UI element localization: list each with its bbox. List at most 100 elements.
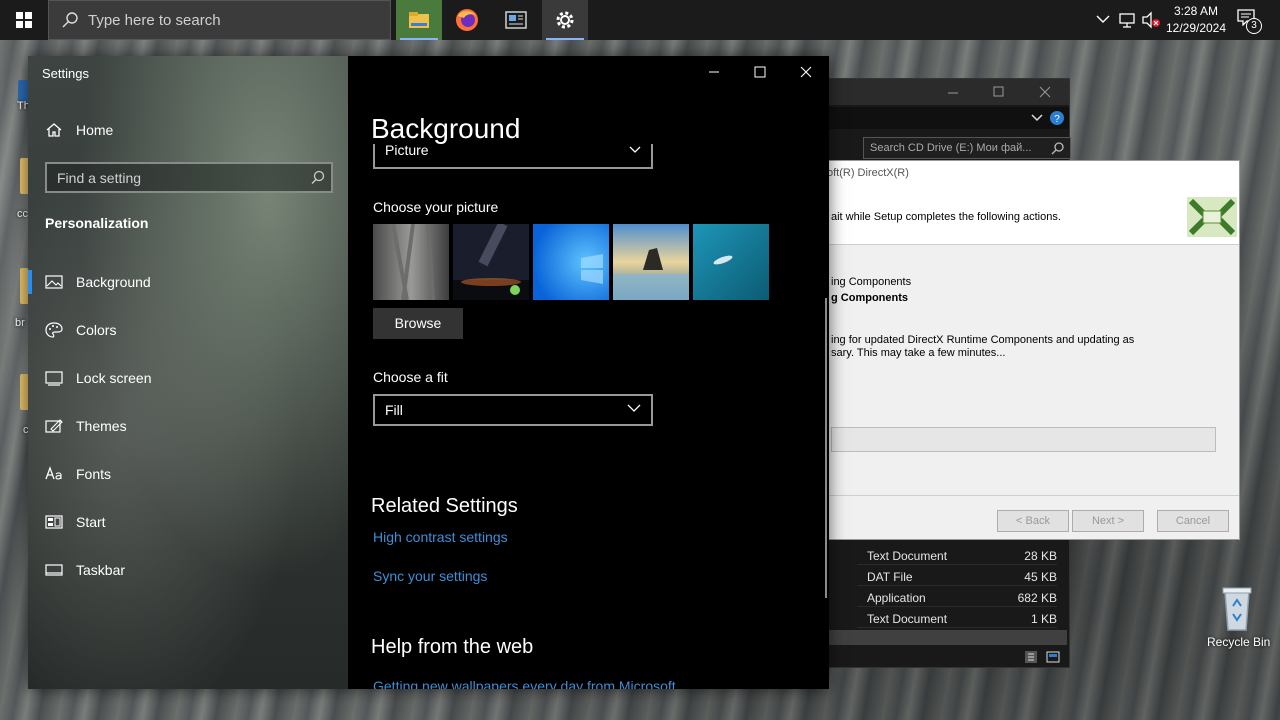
background-type-value: Picture xyxy=(385,144,429,158)
setup-title: oft(R) DirectX(R) xyxy=(827,167,909,179)
taskbar-icon xyxy=(45,564,63,576)
explorer-address-bar[interactable]: ? xyxy=(817,107,1069,129)
horizontal-scrollbar[interactable] xyxy=(829,630,1067,645)
fit-select[interactable]: Fill xyxy=(373,394,653,426)
active-indicator xyxy=(546,38,584,40)
wallpaper-thumb-1[interactable] xyxy=(373,224,449,300)
maximize-button[interactable] xyxy=(737,56,783,88)
content-scrollbar[interactable] xyxy=(825,298,827,598)
wallpaper-thumb-5[interactable] xyxy=(693,224,769,300)
sidebar-item-colors[interactable]: Colors xyxy=(28,310,348,350)
settings-window[interactable]: Settings Home Find a setting Personaliza… xyxy=(28,56,829,689)
help-heading: Help from the web xyxy=(371,636,534,658)
file-row[interactable]: Application 682 KB xyxy=(857,587,1057,607)
chevron-down-icon xyxy=(627,404,641,412)
related-settings-heading: Related Settings xyxy=(371,495,518,517)
wallpaper-thumb-2[interactable] xyxy=(453,224,529,300)
sidebar-item-start[interactable]: Start xyxy=(28,502,348,542)
sidebar-item-label: Themes xyxy=(76,418,127,434)
maximize-icon[interactable] xyxy=(993,86,1005,98)
file-row[interactable]: DAT File 45 KB xyxy=(857,566,1057,586)
chevron-up-icon[interactable] xyxy=(1096,14,1110,24)
home-icon xyxy=(46,123,62,137)
browse-button[interactable]: Browse xyxy=(373,308,463,339)
high-contrast-link[interactable]: High contrast settings xyxy=(373,529,508,545)
maximize-icon xyxy=(754,66,766,78)
close-button[interactable] xyxy=(783,56,829,88)
help-icon[interactable]: ? xyxy=(1049,110,1065,126)
details-view-icon[interactable] xyxy=(1023,649,1039,665)
file-row[interactable]: Text Document 1 KB xyxy=(857,608,1057,628)
notification-count-badge: 3 xyxy=(1246,18,1262,34)
sidebar-item-taskbar[interactable]: Taskbar xyxy=(28,550,348,590)
clock-date: 12/29/2024 xyxy=(1165,21,1227,35)
sidebar-item-fonts[interactable]: Fonts xyxy=(28,454,348,494)
sidebar-item-label: Start xyxy=(76,514,106,530)
taskbar-app-firefox[interactable] xyxy=(444,0,490,40)
setup-step-1: ing Components xyxy=(831,276,912,288)
taskbar-app-file-explorer[interactable] xyxy=(396,0,442,40)
file-type: DAT File xyxy=(867,570,913,584)
directx-logo-icon xyxy=(1187,197,1237,237)
taskbar-search-input[interactable]: Type here to search xyxy=(48,0,391,40)
close-icon xyxy=(800,66,812,78)
file-row[interactable]: Text Document 28 KB xyxy=(857,545,1057,565)
minimize-icon[interactable] xyxy=(947,88,959,98)
search-icon xyxy=(1051,142,1064,155)
sidebar-item-themes[interactable]: Themes xyxy=(28,406,348,446)
minimize-icon xyxy=(709,71,719,73)
find-setting-input[interactable]: Find a setting xyxy=(45,162,333,193)
chevron-down-icon[interactable] xyxy=(1031,113,1043,123)
explorer-titlebar[interactable] xyxy=(817,79,1069,105)
network-icon[interactable] xyxy=(1118,11,1136,29)
cancel-button[interactable]: Cancel xyxy=(1157,510,1229,532)
find-setting-placeholder: Find a setting xyxy=(57,170,142,186)
file-size: 1 KB xyxy=(1030,612,1057,626)
taskbar-app-settings[interactable] xyxy=(542,0,588,40)
picture-icon xyxy=(45,275,63,289)
sidebar-item-background[interactable]: Background xyxy=(28,262,348,302)
recycle-bin[interactable]: Recycle Bin xyxy=(1204,584,1270,656)
themes-icon xyxy=(45,419,63,433)
search-icon xyxy=(311,170,325,184)
recycle-bin-label: Recycle Bin xyxy=(1207,635,1271,649)
choose-fit-label: Choose a fit xyxy=(373,369,448,385)
sidebar-item-label: Lock screen xyxy=(76,370,152,386)
file-type: Text Document xyxy=(867,612,948,626)
start-icon xyxy=(45,515,63,529)
back-button[interactable]: < Back xyxy=(997,510,1069,532)
sync-settings-link[interactable]: Sync your settings xyxy=(373,568,487,584)
sidebar-item-lock-screen[interactable]: Lock screen xyxy=(28,358,348,398)
wallpaper-thumb-3[interactable] xyxy=(533,224,609,300)
lock-screen-icon xyxy=(45,371,63,386)
next-button[interactable]: Next > xyxy=(1072,510,1144,532)
palette-icon xyxy=(45,322,63,338)
setup-progress-bar xyxy=(831,427,1216,452)
desktop-icon-3-label: br xyxy=(15,317,25,329)
file-size: 28 KB xyxy=(1024,549,1057,563)
background-type-select[interactable]: Picture xyxy=(373,144,653,169)
directx-setup-window[interactable]: oft(R) DirectX(R) ait while Setup comple… xyxy=(808,160,1240,540)
taskbar-app-news[interactable] xyxy=(493,0,539,40)
setup-header: oft(R) DirectX(R) ait while Setup comple… xyxy=(809,161,1239,245)
explorer-search-input[interactable]: Search CD Drive (E:) Мои фай... xyxy=(863,137,1071,159)
action-center-button[interactable]: 3 xyxy=(1236,8,1262,34)
category-heading: Personalization xyxy=(45,215,149,231)
wallpapers-link[interactable]: Getting new wallpapers every day from Mi… xyxy=(373,678,676,689)
wallpaper-thumb-4[interactable] xyxy=(613,224,689,300)
setup-divider xyxy=(809,495,1239,496)
large-icons-view-icon[interactable] xyxy=(1045,649,1061,665)
minimize-button[interactable] xyxy=(691,56,737,88)
firefox-icon xyxy=(456,9,478,31)
svg-text:?: ? xyxy=(1054,114,1060,125)
nav-home[interactable]: Home xyxy=(28,110,348,150)
volume-muted-icon[interactable] xyxy=(1141,11,1161,29)
sidebar-item-label: Background xyxy=(76,274,151,290)
settings-content: Picture Background Choose your picture B… xyxy=(348,56,829,689)
setup-description-line-2: sary. This may take a few minutes... xyxy=(831,347,1006,359)
setup-description-line-1: ing for updated DirectX Runtime Componen… xyxy=(831,334,1135,346)
start-button[interactable] xyxy=(0,0,48,40)
taskbar-clock[interactable]: 3:28 AM 12/29/2024 xyxy=(1160,3,1232,37)
choose-picture-label: Choose your picture xyxy=(373,199,499,215)
close-icon[interactable] xyxy=(1039,86,1051,98)
